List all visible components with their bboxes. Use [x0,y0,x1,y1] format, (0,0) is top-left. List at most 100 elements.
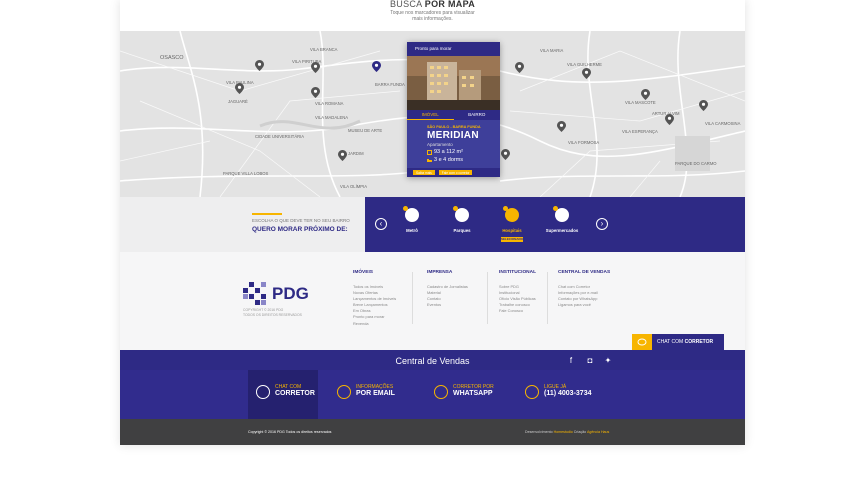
category-supermercados[interactable]: Supermercados [542,206,582,246]
details-button[interactable]: Saiba mais [413,170,435,175]
map-pin-icon [557,121,566,132]
map-pin-icon [311,62,320,73]
map-label: VILA CARMOSINA [705,121,741,126]
category-parques[interactable]: Parques [442,206,482,246]
next-arrow-icon[interactable]: › [596,218,608,230]
property-type: Apartamento [427,142,453,147]
map-pin-icon [255,60,264,71]
property-name: MERIDIAN [427,130,479,141]
near-left-panel: ESCOLHA O QUE DEVE TER NO SEU BAIRRO QUE… [120,197,365,252]
map-label: VILA MASCOTE [625,100,656,105]
facebook-icon[interactable]: f [566,356,576,366]
footer-link[interactable]: Fale Conosco [499,308,536,314]
map-pin-icon [699,100,708,111]
map-pin[interactable] [641,89,650,100]
footer-col-institucional: INSTITUCIONAL Sobre PDG Institucional Of… [499,270,536,314]
building-image [407,56,500,110]
tab-imovel[interactable]: IMÓVEL [407,110,454,120]
accent-bar [252,213,282,215]
property-rooms: 3 e 4 dorms [434,157,464,163]
selected-badge: SELECIONADO [501,237,524,242]
map-pin[interactable] [665,114,674,125]
popup-body: SÃO PAULO - BARRA FUNDA MERIDIAN Apartam… [407,120,500,168]
map-label: CIDADE UNIVERSITÁRIA [255,134,305,139]
property-popup[interactable]: Pronto para morar IMÓVEL BAIRRO SÃO PAUL… [407,42,500,177]
map-pin[interactable] [501,149,510,160]
col-title: IMÓVEIS [353,270,373,275]
bottom-bar: Copyright © 2016 PDG Todos os direitos r… [120,419,745,445]
footer-link[interactable]: Ligamos para você [558,302,610,308]
whatsapp-icon [434,385,448,399]
map-label: VILA MARIA [540,48,564,53]
col-title: INSTITUCIONAL [499,270,537,275]
col-title: CENTRAL DE VENDAS [558,270,611,275]
map-pin-icon [641,89,650,100]
check-dot [403,206,408,211]
phone-option[interactable]: LIGUE JÁ (11) 4003-3734 [517,370,617,419]
whatsapp-option[interactable]: CORRETOR POR WHATSAPP [426,370,506,419]
map-pin[interactable] [338,150,347,161]
near-heading: QUERO MORAR PRÓXIMO DE: [252,226,348,233]
divider [487,272,488,324]
developer-credits: Desenvolvimento Homestudio Criação Agênc… [525,430,610,434]
footer-col-imprensa: IMPRENSA Cadastro de Jornalistas Materia… [427,270,468,308]
divider [412,272,413,324]
logo-text: PDG [272,284,309,303]
page: BUSCA POR MAPA Toque nos marcadores para… [120,0,745,445]
map-pin-icon [582,68,591,79]
chat-broker-button[interactable]: CHAT COM CORRETOR [632,334,724,350]
prev-arrow-icon[interactable]: ‹ [375,218,387,230]
map-pin-selected[interactable] [372,61,381,72]
map-pin-icon [235,83,244,94]
map-pin[interactable] [515,62,524,73]
category-metro[interactable]: Metrô [392,206,432,246]
near-filter: ESCOLHA O QUE DEVE TER NO SEU BAIRRO QUE… [120,197,745,252]
map-pin[interactable] [235,83,244,94]
email-icon [337,385,351,399]
map-label: JAGUARÉ [228,99,248,104]
divider [547,272,548,324]
map-pin[interactable] [255,60,264,71]
contact-broker-button[interactable]: Fale com o corretor [438,170,473,175]
agency-link[interactable]: Agência Haus [587,430,609,434]
area-icon [427,150,432,155]
near-question: ESCOLHA O QUE DEVE TER NO SEU BAIRRO [252,218,350,223]
chat-icon [632,334,652,350]
property-area: 93 a 112 m² [434,149,463,155]
pdg-logo: PDG [243,278,323,308]
email-option[interactable]: INFORMAÇÕES POR EMAIL [329,370,409,419]
twitter-icon[interactable]: ✦ [603,356,613,366]
central-title: Central de Vendas [395,356,470,366]
map-label: VILA BRANCA [310,47,338,52]
tab-bairro[interactable]: BAIRRO [454,110,501,120]
category-hospitais[interactable]: Hospitais SELECIONADO [492,206,532,246]
footer-col-imoveis: IMÓVEIS Todos os Imóveis Novas Ofertas L… [353,270,396,327]
chat-option[interactable]: CHAT COM CORRETOR [248,370,318,419]
check-dot [453,206,458,211]
central-de-vendas: Central de Vendas f ◘ ✦ CHAT COM CORRETO… [120,350,745,419]
map-label: BARRA FUNDA [375,82,405,87]
map-pin[interactable] [557,121,566,132]
map-subtitle: Toque nos marcadores para visualizar mai… [390,10,475,22]
map-label: VILA GUILHERME [567,62,602,67]
dev-link[interactable]: Homestudio [554,430,573,434]
map-pin[interactable] [311,87,320,98]
map-pin[interactable] [582,68,591,79]
property-location: SÃO PAULO - BARRA FUNDA [427,125,481,129]
footer-link[interactable]: Revenda [353,321,396,327]
instagram-icon[interactable]: ◘ [585,356,595,366]
map-pin-icon [311,87,320,98]
chat-button-label: CHAT COM CORRETOR [657,339,714,345]
footer-link[interactable]: Eventos [427,302,468,308]
category-label: Metrô [406,228,418,233]
check-dot [553,206,558,211]
footer-links: PDG COPYRIGHT © 2016 PDG TODOS OS DIREIT… [120,252,745,350]
category-label: Hospitais [502,228,522,233]
map-pin[interactable] [311,62,320,73]
popup-tag: Pronto para morar [407,42,500,56]
map-title: BUSCA POR MAPA [389,0,476,9]
map-pin-icon [338,150,347,161]
bottom-copyright: Copyright © 2016 PDG Todos os direitos r… [248,430,332,434]
map-pin[interactable] [699,100,708,111]
footer-col-central: CENTRAL DE VENDAS Chat com Corretor Info… [558,270,610,308]
